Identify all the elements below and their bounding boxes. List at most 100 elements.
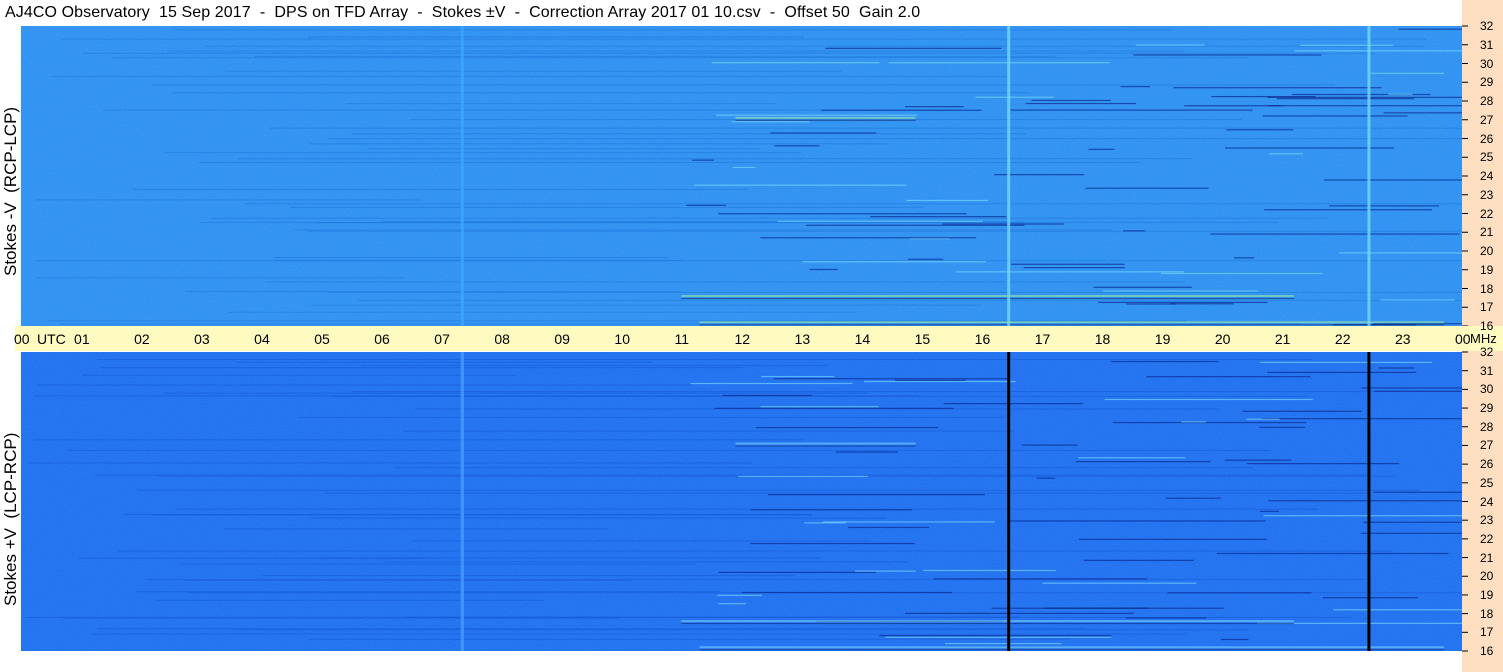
- utc-tick-label: 06: [374, 331, 390, 347]
- spectrogram-band: [273, 257, 669, 259]
- freq-tick-label: 30: [1480, 382, 1494, 397]
- freq-tick-label: 25: [1480, 475, 1494, 490]
- freq-tick-label: 18: [1480, 606, 1494, 621]
- spectrogram-band: [167, 50, 1185, 52]
- interference-streak: [1259, 361, 1433, 364]
- interference-streak: [805, 224, 1025, 226]
- activity-band-dark: [681, 298, 1294, 299]
- interference-streak: [686, 204, 726, 206]
- interference-streak: [933, 578, 1148, 580]
- activity-band: [681, 295, 1294, 297]
- interference-streak: [975, 96, 1054, 98]
- freq-tick-label: 16: [1480, 319, 1494, 333]
- spectrogram-band: [112, 57, 1248, 59]
- freq-tick-label: 20: [1480, 569, 1494, 584]
- spectrogram-band: [35, 199, 421, 201]
- interference-streak: [821, 109, 982, 111]
- interference-streak: [711, 62, 880, 64]
- freq-tick-label: 20: [1480, 244, 1494, 258]
- interference-streak: [1259, 426, 1306, 428]
- interference-streak: [716, 114, 917, 116]
- interference-streak: [1126, 303, 1177, 305]
- utc-tick-label: 18: [1094, 331, 1111, 347]
- vertical-line: [1007, 352, 1011, 651]
- spectrogram-band: [164, 152, 801, 154]
- utc-tick-label: 09: [554, 331, 570, 347]
- interference-streak: [1361, 532, 1462, 534]
- spectrogram-band: [310, 517, 886, 519]
- spectrogram-band: [308, 36, 804, 38]
- freq-tick-label: 26: [1480, 457, 1494, 472]
- utc-tick-label: 03: [194, 331, 210, 347]
- interference-streak: [1374, 390, 1462, 392]
- interference-streak: [1085, 187, 1209, 189]
- spectrogram-band: [325, 492, 1368, 494]
- y-axis-label-top: Stokes -V (RCP-LCP): [1, 106, 20, 276]
- freq-tick-label: 32: [1480, 19, 1494, 33]
- interference-streak: [1226, 129, 1294, 131]
- interference-streak: [904, 106, 964, 108]
- utc-tick-label: 07: [434, 331, 450, 347]
- activity-band-dark: [735, 445, 916, 447]
- freq-tick-label: 31: [1480, 37, 1494, 52]
- interference-streak: [802, 261, 987, 263]
- spectrogram-band: [262, 575, 796, 577]
- interference-streak: [750, 509, 912, 511]
- interference-streak: [732, 166, 756, 169]
- interference-streak: [1210, 233, 1460, 235]
- interference-streak: [1268, 105, 1462, 107]
- interference-streak: [1169, 303, 1234, 305]
- spectrogram-band: [63, 617, 619, 619]
- utc-tick-label: 14: [854, 331, 871, 347]
- interference-streak: [1329, 205, 1440, 207]
- interference-streak: [1268, 500, 1462, 502]
- interference-streak: [1261, 418, 1462, 420]
- interference-streak: [693, 184, 907, 186]
- spectrogram-band: [36, 277, 405, 279]
- freq-tick-label: 23: [1480, 187, 1494, 202]
- spectrogram-band: [265, 281, 1186, 283]
- interference-streak: [1276, 98, 1415, 100]
- interference-streak: [770, 132, 877, 134]
- utc-tick-label: 20: [1214, 331, 1231, 347]
- utc-tick-label: 00: [1455, 331, 1471, 347]
- interference-streak: [1125, 617, 1207, 619]
- freq-tick-label: 26: [1480, 131, 1494, 146]
- spectrogram-band: [32, 439, 804, 441]
- spectrogram-band: [61, 38, 1427, 40]
- freq-tick-label: 19: [1480, 262, 1494, 277]
- interference-streak: [760, 237, 977, 239]
- freq-tick-label: 31: [1480, 363, 1494, 378]
- interference-streak: [1036, 477, 1056, 479]
- interference-streak: [1262, 115, 1408, 117]
- interference-streak: [1216, 552, 1449, 555]
- spectrogram-band: [92, 633, 1187, 635]
- activity-band: [699, 321, 1444, 324]
- utc-tick-label: 01: [74, 331, 90, 347]
- interference-streak: [923, 569, 1056, 572]
- interference-streak: [1267, 96, 1462, 98]
- interference-streak: [944, 643, 1062, 645]
- utc-tick-label: 13: [794, 331, 811, 347]
- spectrogram-band: [97, 628, 1086, 630]
- spectrogram-band: [298, 416, 1004, 418]
- spectrogram-band: [308, 230, 1463, 232]
- utc-tick-label: 17: [1034, 331, 1051, 347]
- interference-streak: [717, 594, 763, 596]
- interference-streak: [1023, 267, 1125, 269]
- activity-band-dark: [735, 119, 916, 121]
- interference-streak: [1079, 538, 1267, 540]
- spectrogram-band: [309, 143, 888, 145]
- spectrogram-band: [133, 189, 749, 191]
- freq-tick-label: 28: [1480, 94, 1494, 108]
- interference-streak: [1044, 607, 1149, 609]
- spectrogram-band: [367, 148, 761, 150]
- interference-streak: [690, 382, 853, 385]
- spectrogram-band: [275, 260, 1463, 262]
- interference-streak: [741, 591, 953, 594]
- y-axis-label-bottom: Stokes +V (LCP-RCP): [1, 432, 20, 606]
- interference-streak: [1242, 410, 1362, 412]
- spectrogram-band: [117, 550, 1393, 552]
- freq-tick-label: 19: [1480, 587, 1494, 602]
- freq-tick-label: 24: [1480, 169, 1494, 183]
